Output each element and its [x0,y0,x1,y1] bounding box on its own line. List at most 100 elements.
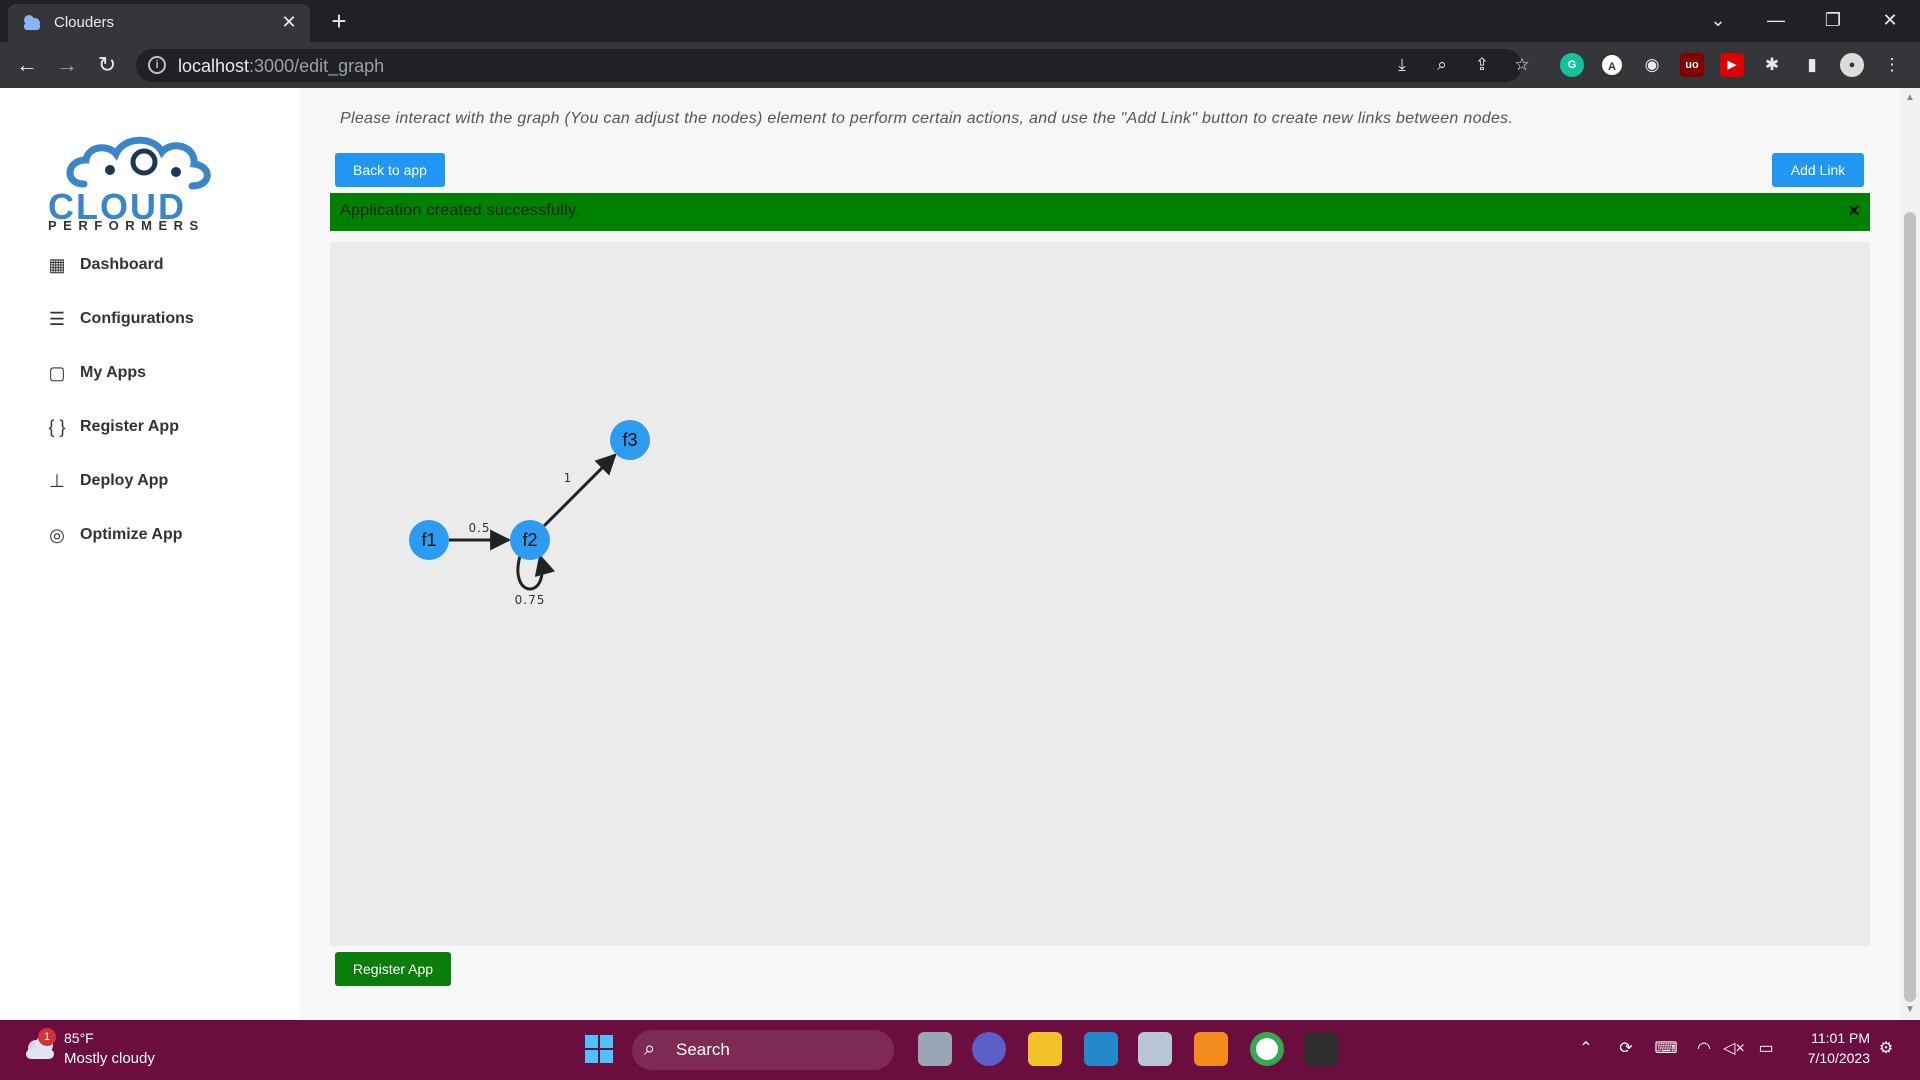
browser-tab[interactable]: Clouders ✕ [8,4,310,42]
sidebar-item-configurations[interactable]: ☰ Configurations [46,305,266,335]
sidebar-item-deploy-app[interactable]: ⊥ Deploy App [46,467,266,497]
sidebar-item-label: Optimize App [80,526,183,543]
extension-a-icon[interactable]: A [1600,53,1624,77]
notification-icon[interactable]: ⚙ [1874,1038,1898,1058]
weather-description[interactable]: Mostly cloudy [64,1050,155,1067]
wifi-icon[interactable]: ◠ [1692,1038,1716,1058]
close-tab-icon[interactable]: ✕ [278,11,300,33]
tab-title: Clouders [54,14,115,31]
new-tab-icon[interactable]: + [324,6,354,36]
clock-date[interactable]: 7/10/2023 [1790,1050,1870,1066]
sidebar-item-label: Deploy App [80,472,169,489]
teams-chat-icon[interactable] [972,1032,1006,1066]
success-alert: Application created successfully. × [330,193,1870,231]
browser-menu-icon[interactable]: ⋮ [1880,53,1904,77]
tray-overflow-icon[interactable]: ⌃ [1574,1038,1598,1058]
graph-node-f3[interactable]: f3 [610,420,650,460]
side-panel-icon[interactable]: ▮ [1800,53,1824,77]
graph-node-f2[interactable]: f2 [510,520,550,560]
chrome-icon[interactable] [1250,1032,1284,1066]
sidebar: CLOUD PERFORMERS ▦ Dashboard ☰ Configura… [0,88,300,1020]
graph-link-self-loop[interactable] [516,553,556,591]
url-text: localhost:3000/edit_graph [178,56,384,77]
grammarly-icon[interactable]: G [1560,53,1584,77]
graph-link-label: 1 [564,471,573,485]
sidebar-item-optimize-app[interactable]: ◎ Optimize App [46,521,266,551]
back-to-app-button[interactable]: Back to app [335,153,445,187]
alert-message: Application created successfully. [340,202,580,219]
page-scrollbar[interactable]: ▲ ▼ [1900,88,1920,1020]
terminal-icon[interactable] [1304,1032,1338,1066]
graph-canvas[interactable]: 0.5 1 0.75 f1 f2 f3 [330,242,1870,946]
clock-time[interactable]: 11:01 PM [1802,1030,1870,1046]
logo-subtitle: PERFORMERS [48,218,205,233]
taskbar-search-label: Search [676,1040,730,1059]
forward-arrow-icon[interactable]: → [52,50,82,80]
app-orange-icon[interactable] [1194,1032,1228,1066]
add-link-button[interactable]: Add Link [1772,153,1864,187]
site-info-icon[interactable]: i [148,56,166,74]
graph-link-label: 0.75 [515,593,546,607]
graph-node-label: f3 [622,430,637,450]
search-icon: ⌕ [644,1038,656,1060]
minimize-icon[interactable]: — [1758,6,1794,34]
graph-node-label: f2 [522,530,537,550]
profile-avatar-icon[interactable]: ● [1840,53,1864,77]
url-host: localhost [178,56,250,76]
graph-link-label: 0.5 [468,521,490,535]
sync-icon[interactable]: ⟳ [1614,1038,1638,1058]
braces-icon: { } [48,417,66,437]
sitemap-icon: ⊥ [49,471,65,491]
bookmark-star-icon[interactable]: ☆ [1510,53,1534,77]
performance-monitor-icon[interactable] [1138,1032,1172,1066]
restore-icon[interactable]: ❐ [1815,6,1851,34]
taskbar-search[interactable]: ⌕ Search [632,1030,894,1070]
back-arrow-icon[interactable]: ← [12,50,42,80]
graph-node-label: f1 [421,530,436,550]
cloud-favicon-icon [24,15,40,30]
file-explorer-icon[interactable] [1028,1032,1062,1066]
camera-icon[interactable]: ◉ [1640,53,1664,77]
ublock-icon[interactable]: uo [1680,53,1704,77]
vscode-icon[interactable] [1084,1032,1118,1066]
weather-alert-badge: 1 [38,1028,56,1046]
task-view-icon[interactable] [918,1032,952,1066]
clipboard-icon: ▢ [48,363,66,383]
weather-temperature[interactable]: 85°F [64,1030,94,1046]
windows-taskbar: 1 85°F Mostly cloudy ⌕ Search ⌃ ⟳ ⌨ ◠ ◁×… [0,1020,1920,1080]
volume-muted-icon[interactable]: ◁× [1722,1038,1746,1058]
graph-node-f1[interactable]: f1 [409,520,449,560]
keyboard-icon[interactable]: ⌨ [1654,1038,1678,1058]
windows-start-icon[interactable] [582,1032,616,1066]
close-alert-icon[interactable]: × [1844,201,1864,221]
address-bar[interactable]: i localhost:3000/edit_graph [136,49,1522,82]
close-window-icon[interactable]: ✕ [1872,6,1908,34]
extensions-puzzle-icon[interactable]: ✱ [1760,53,1784,77]
scrollbar-thumb[interactable] [1904,212,1916,1002]
browser-tab-bar: Clouders ✕ + ⌄ — ❐ ✕ [0,0,1920,42]
instructions-text: Please interact with the graph (You can … [340,110,1514,127]
tab-search-chevron-icon[interactable]: ⌄ [1700,6,1736,34]
sidebar-item-label: My Apps [80,364,147,381]
dashboard-icon: ▦ [48,255,66,275]
scroll-down-icon[interactable]: ▼ [1904,1004,1916,1016]
sidebar-item-label: Configurations [80,310,194,327]
configurations-icon: ☰ [48,309,66,329]
sidebar-item-label: Dashboard [80,256,164,273]
install-icon[interactable]: ⤓ [1390,53,1414,77]
register-app-button[interactable]: Register App [335,952,451,986]
graph-svg[interactable]: 0.5 1 0.75 f1 f2 f3 [330,242,1870,946]
reload-icon[interactable]: ↻ [92,50,122,80]
sidebar-item-my-apps[interactable]: ▢ My Apps [46,359,266,389]
sidebar-item-register-app[interactable]: { } Register App [46,413,266,443]
battery-icon[interactable]: ▭ [1754,1038,1778,1058]
sidebar-item-dashboard[interactable]: ▦ Dashboard [46,251,266,281]
youtube-extension-icon[interactable]: ▶ [1720,53,1744,77]
zoom-icon[interactable]: ⌕ [1430,53,1454,77]
share-icon[interactable]: ⇪ [1470,53,1494,77]
graph-link[interactable] [543,453,617,527]
sidebar-item-label: Register App [80,418,179,435]
scroll-up-icon[interactable]: ▲ [1904,92,1916,104]
main-content: Please interact with the graph (You can … [300,88,1900,1020]
optimize-icon: ◎ [49,525,65,545]
